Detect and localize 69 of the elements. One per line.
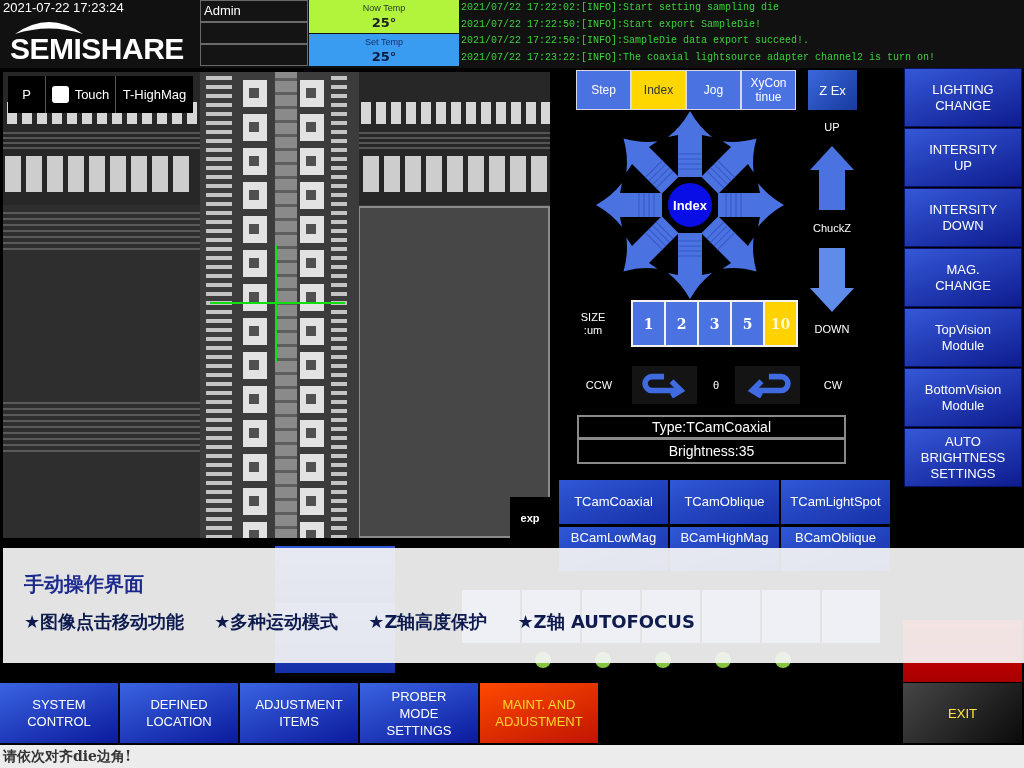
status-message: 请依次对齐die边角! (2, 748, 132, 764)
step-size-button[interactable]: 1 (631, 300, 666, 347)
magnification-button[interactable]: T-HighMag (116, 76, 193, 113)
arrow-down-right-icon[interactable] (701, 216, 757, 272)
light-source-button[interactable]: TCamCoaxial (559, 480, 668, 524)
side-menu-button[interactable]: INTERSITY UP (904, 128, 1022, 187)
size-label: SIZE :um (579, 310, 607, 337)
log-line: 2021/07/22 17:22:50:[INFO]:Start export SampleDie! (461, 17, 762, 32)
step-size-button[interactable]: 5 (730, 300, 765, 347)
mode-tab[interactable]: Index (631, 70, 686, 110)
arrow-up-right-icon[interactable] (701, 138, 757, 194)
arrow-right-icon[interactable] (718, 183, 784, 227)
nav-button[interactable]: PROBER MODE SETTINGS (360, 683, 478, 743)
arrow-up-icon[interactable] (668, 111, 712, 177)
mode-tab[interactable]: Jog (686, 70, 741, 110)
side-menu-button[interactable]: MAG. CHANGE (904, 248, 1022, 307)
step-size-button[interactable]: 2 (664, 300, 699, 347)
nav-button[interactable]: DEFINED LOCATION (120, 683, 238, 743)
feature-label: ★Z轴高度保护 (368, 610, 488, 634)
mode-tab[interactable]: Step (576, 70, 631, 110)
arrow-left-icon[interactable] (596, 183, 662, 227)
mode-tab[interactable]: XyContinue (741, 70, 796, 110)
side-menu-button[interactable]: TopVision Module (904, 308, 1022, 367)
side-menu-button[interactable]: AUTO BRIGHTNESS SETTINGS (904, 428, 1022, 487)
chuck-z-label: ChuckZ (813, 221, 851, 235)
light-type-field: Type:TCamCoaxial (577, 415, 846, 439)
feature-label: ★多种运动模式 (214, 610, 339, 634)
banner-title: 手动操作界面 (24, 572, 144, 596)
arrow-up-icon[interactable] (810, 146, 854, 210)
nav-button[interactable]: SYSTEM CONTROL (0, 683, 118, 743)
exit-button[interactable]: EXIT (903, 683, 1022, 743)
side-menu-button[interactable]: BottomVision Module (904, 368, 1022, 427)
down-label: DOWN (814, 322, 850, 336)
arrow-up-left-icon[interactable] (623, 138, 679, 194)
temperature-value: 25° (371, 48, 397, 65)
p-button[interactable]: P (8, 76, 46, 113)
log-line: 2021/07/22 17:22:02:[INFO]:Start setting sampling die (461, 1, 780, 15)
touch-toggle[interactable]: Touch (46, 76, 116, 113)
crosshair-icon (210, 245, 345, 362)
feature-label: ★图像点击移动功能 (24, 610, 185, 634)
nav-button[interactable]: MAINT. AND ADJUSTMENT (480, 683, 598, 743)
theta-label: θ (712, 378, 720, 392)
z-ex-button[interactable]: Z Ex (808, 70, 857, 110)
light-source-button[interactable]: TCamLightSpot (781, 480, 890, 524)
user-name-field: Admin (200, 0, 308, 22)
temperature-label: Set Temp (365, 36, 403, 48)
cw-label: CW (823, 378, 843, 392)
date-time: 2021-07-22 17:23:24 (2, 0, 124, 16)
feature-label: ★Z轴 AUTOFOCUS (517, 610, 695, 634)
log-line: 2021/07/22 17:22:50:[INFO]:SampleDie data export succeed!. (461, 34, 810, 48)
temperature-value: 25° (371, 14, 397, 31)
exp-button[interactable]: exp (510, 497, 550, 538)
checkbox[interactable] (51, 86, 69, 103)
nav-button[interactable]: ADJUSTMENT ITEMS (240, 683, 358, 743)
up-label: UP (824, 120, 840, 134)
rotate-ccw-button[interactable] (632, 366, 697, 404)
temperature-label: Now Temp (362, 2, 406, 14)
arrow-down-icon[interactable] (668, 233, 712, 299)
log-line: 2021/07/22 17:23:22:[INFO]:The coaxial lightsource adapter channel2 is turn on! (461, 50, 936, 65)
rotate-cw-button[interactable] (735, 366, 800, 404)
arrow-down-icon[interactable] (810, 248, 854, 312)
side-menu-button[interactable]: LIGHTING CHANGE (904, 68, 1022, 127)
side-menu-button[interactable]: INTERSITY DOWN (904, 188, 1022, 247)
brightness-field: Brightness:35 (577, 438, 846, 464)
light-source-button[interactable]: TCamOblique (670, 480, 779, 524)
ccw-label: CCW (585, 378, 613, 392)
arrow-down-left-icon[interactable] (623, 216, 679, 272)
logo-text: SEMISHARE (10, 34, 184, 64)
step-size-button[interactable]: 3 (697, 300, 732, 347)
